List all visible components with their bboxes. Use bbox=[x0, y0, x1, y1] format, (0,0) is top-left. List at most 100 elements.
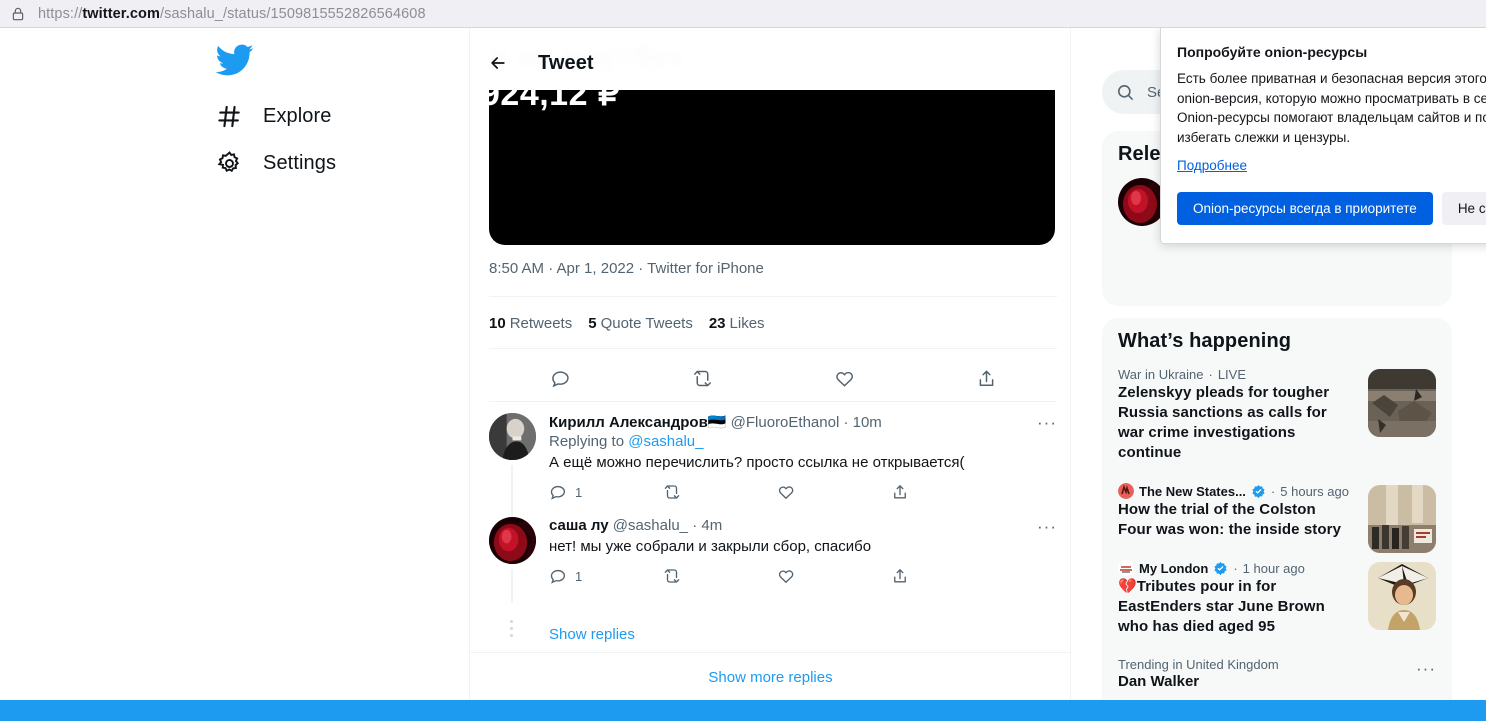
reply-count: 1 bbox=[575, 484, 583, 500]
bottom-signup-banner[interactable] bbox=[0, 700, 1486, 721]
retweet-button[interactable] bbox=[663, 483, 777, 501]
left-navigation: Explore Settings bbox=[0, 28, 470, 721]
thread-line bbox=[511, 569, 513, 603]
news-thumbnail[interactable] bbox=[1368, 562, 1436, 630]
divider bbox=[489, 401, 1057, 402]
tweet-engagement-counts: 10 Retweets 5 Quote Tweets 23 Likes bbox=[489, 315, 765, 332]
share-button[interactable] bbox=[891, 567, 1005, 585]
reply-author-name[interactable]: саша лу bbox=[549, 517, 609, 534]
popup-button-row: Onion-ресурсы всегда в приоритете Не сей… bbox=[1177, 192, 1486, 225]
flag-estonia-icon: 🇪🇪 bbox=[707, 414, 727, 431]
war-rubble-thumbnail bbox=[1368, 369, 1436, 437]
retweet-icon bbox=[693, 370, 711, 386]
more-options-icon[interactable]: ··· bbox=[1037, 517, 1057, 537]
retweet-button[interactable] bbox=[631, 368, 773, 389]
like-icon bbox=[835, 371, 853, 387]
popup-body-text: Есть более приватная и безопасная версия… bbox=[1177, 71, 1486, 145]
avatar[interactable] bbox=[489, 413, 536, 460]
reply-author-handle[interactable]: @FluoroEthanol bbox=[731, 414, 840, 431]
retweets-count[interactable]: 10 Retweets bbox=[489, 315, 572, 332]
share-button[interactable] bbox=[915, 368, 1057, 389]
reply-separator: · bbox=[692, 517, 698, 534]
prioritize-onion-button[interactable]: Onion-ресурсы всегда в приоритете bbox=[1177, 192, 1433, 225]
reply-button[interactable]: 1 bbox=[549, 567, 663, 585]
like-button[interactable] bbox=[773, 368, 915, 389]
show-replies-link[interactable]: Show replies bbox=[549, 626, 635, 643]
url-prefix: https:// bbox=[38, 5, 83, 22]
gear-icon bbox=[217, 151, 240, 173]
news-item[interactable]: War in Ukraine · LIVE Zelenskyy pleads f… bbox=[1102, 357, 1452, 473]
quote-tweets-count[interactable]: 5 Quote Tweets bbox=[588, 315, 693, 332]
like-button[interactable] bbox=[777, 567, 891, 585]
onion-services-popup: Попробуйте onion-ресурсы Есть более прив… bbox=[1160, 28, 1486, 244]
reply-author-name[interactable]: Кирилл Александров bbox=[549, 414, 708, 431]
share-icon bbox=[894, 569, 906, 583]
replying-to-prefix: Replying to bbox=[549, 433, 629, 450]
url-text: https://twitter.com/sashalu_/status/1509… bbox=[38, 6, 426, 22]
verified-badge-icon bbox=[1214, 561, 1227, 575]
search-icon bbox=[1117, 84, 1134, 100]
whats-happening-title: What’s happening bbox=[1118, 330, 1292, 352]
reply-author-line: Кирилл Александров🇪🇪 @FluoroEthanol · 10… bbox=[549, 413, 1057, 431]
trend-context: Trending in United Kingdom bbox=[1118, 657, 1279, 672]
news-item[interactable]: The New States... · 5 hours ago How the … bbox=[1102, 473, 1452, 553]
more-options-icon[interactable]: ··· bbox=[1037, 413, 1057, 433]
more-options-icon[interactable]: ··· bbox=[1416, 659, 1436, 679]
reply-author-handle[interactable]: @sashalu_ bbox=[613, 517, 688, 534]
news-thumbnail[interactable] bbox=[1368, 485, 1436, 553]
tweet-column: р на ноутбук Tweet 924,12 ₽ 8:50 AM · Ap… bbox=[470, 28, 1071, 721]
sidebar-item-label: Settings bbox=[263, 152, 337, 174]
like-button[interactable] bbox=[777, 483, 891, 501]
news-time: 1 hour ago bbox=[1242, 560, 1305, 576]
learn-more-link[interactable]: Подробнее bbox=[1177, 158, 1247, 173]
lock-icon bbox=[12, 7, 24, 20]
twitter-bird-logo[interactable] bbox=[214, 40, 254, 80]
hashtag-icon bbox=[218, 105, 240, 128]
reply-icon bbox=[550, 485, 566, 500]
not-now-button[interactable]: Не сейчас bbox=[1441, 192, 1486, 225]
news-separator: · bbox=[1233, 560, 1238, 576]
news-item[interactable]: My London · 1 hour ago 💔Tributes pour in… bbox=[1102, 550, 1452, 647]
trend-item[interactable]: Trending in United Kingdom Dan Walker ··… bbox=[1102, 647, 1452, 700]
popup-title: Попробуйте onion-ресурсы bbox=[1177, 44, 1368, 60]
avatar[interactable] bbox=[1118, 178, 1166, 226]
news-source: The New States... bbox=[1139, 483, 1246, 499]
reply-button[interactable] bbox=[489, 368, 631, 389]
retweet-button[interactable] bbox=[663, 567, 777, 585]
news-separator: · bbox=[1208, 367, 1213, 382]
avatar[interactable] bbox=[489, 517, 536, 564]
retweet-icon bbox=[664, 485, 680, 499]
sidebar-item-explore[interactable]: Explore bbox=[216, 100, 332, 133]
news-thumbnail[interactable] bbox=[1368, 369, 1436, 437]
news-separator: · bbox=[1270, 483, 1276, 499]
likes-value: 23 bbox=[708, 315, 726, 332]
likes-count[interactable]: 23 Likes bbox=[709, 315, 765, 332]
replying-to-handle[interactable]: @sashalu_ bbox=[628, 433, 703, 450]
back-arrow-icon[interactable] bbox=[488, 53, 508, 73]
news-time: 5 hours ago bbox=[1280, 483, 1349, 499]
like-icon bbox=[778, 486, 794, 500]
divider bbox=[489, 348, 1057, 349]
share-button[interactable] bbox=[891, 483, 1005, 501]
reply-icon bbox=[550, 569, 566, 584]
reply-separator: · bbox=[843, 414, 849, 431]
show-more-replies-link[interactable]: Show more replies bbox=[470, 669, 1071, 686]
twitter-page: Explore Settings р на ноутбук Tweet 924,… bbox=[0, 28, 1486, 721]
news-title: 💔Tributes pour in for EastEnders star Ju… bbox=[1118, 578, 1325, 635]
page-title: Tweet bbox=[538, 51, 594, 74]
my-london-logo-icon bbox=[1118, 560, 1134, 576]
tweet-action-row bbox=[489, 358, 1057, 398]
retweets-label: Retweets bbox=[509, 315, 573, 332]
new-statesman-logo-icon bbox=[1118, 483, 1134, 499]
news-title: Zelenskyy pleads for tougher Russia sanc… bbox=[1118, 384, 1330, 461]
protest-crowd-thumbnail bbox=[1368, 485, 1436, 553]
reply-button[interactable]: 1 bbox=[549, 483, 663, 501]
reply-action-row: 1 bbox=[549, 483, 1005, 501]
sidebar-item-settings[interactable]: Settings bbox=[216, 147, 336, 180]
news-meta: The New States... · 5 hours ago bbox=[1118, 483, 1352, 499]
browser-url-bar[interactable]: https://twitter.com/sashalu_/status/1509… bbox=[0, 0, 1486, 28]
reply-count: 1 bbox=[575, 568, 583, 584]
tweet-media[interactable]: 924,12 ₽ bbox=[489, 90, 1055, 245]
june-brown-portrait-thumbnail bbox=[1368, 562, 1436, 630]
media-amount-text: 924,12 ₽ bbox=[489, 90, 621, 113]
